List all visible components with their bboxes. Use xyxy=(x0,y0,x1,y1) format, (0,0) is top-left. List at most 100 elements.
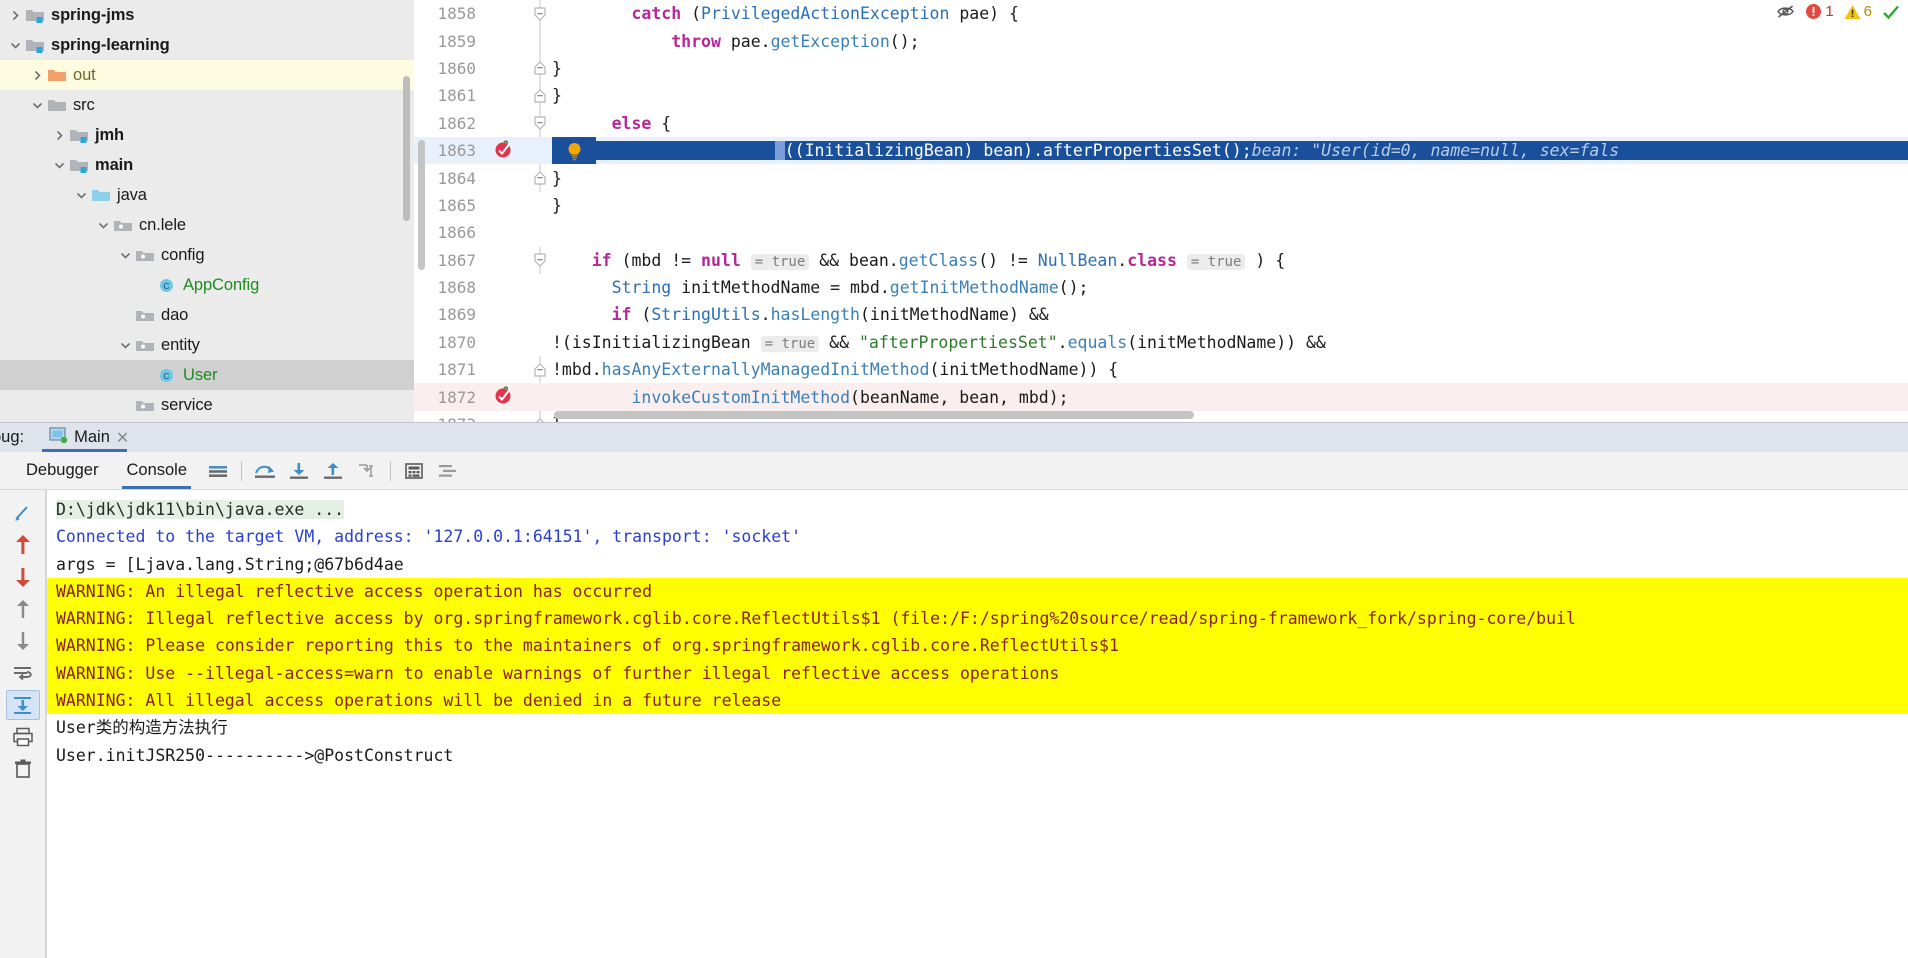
editor-line[interactable]: 1867 if (mbd != null = true && bean.getC… xyxy=(414,246,1908,274)
gutter-marker-area[interactable] xyxy=(486,356,528,383)
tree-item-cn-lele[interactable]: cn.lele xyxy=(0,210,414,240)
tree-item-entity[interactable]: entity xyxy=(0,330,414,360)
chevron-down-icon[interactable] xyxy=(116,240,134,270)
fold-gutter[interactable] xyxy=(528,82,552,110)
fold-gutter[interactable] xyxy=(528,329,552,356)
chevron-right-icon[interactable] xyxy=(6,0,24,30)
editor-line[interactable]: 1860 } xyxy=(414,54,1908,83)
editor-line[interactable]: 1859 throw pae.getException(); xyxy=(414,27,1908,55)
warning-status[interactable]: 6 xyxy=(1844,3,1872,20)
tree-item-spring-jms[interactable]: spring-jms xyxy=(0,0,414,30)
soft-down-icon[interactable] xyxy=(6,626,40,656)
gutter-marker-area[interactable] xyxy=(486,411,528,422)
chevron-right-icon[interactable] xyxy=(50,120,68,150)
gutter-marker-area[interactable] xyxy=(486,164,528,191)
fold-gutter[interactable] xyxy=(528,301,552,328)
gutter-marker-area[interactable] xyxy=(486,219,528,246)
step-into-icon[interactable] xyxy=(282,452,316,489)
code-content[interactable]: !(isInitializingBean = true && "afterPro… xyxy=(552,333,1908,352)
code-content[interactable]: } xyxy=(552,59,1908,78)
editor-line[interactable]: 1866 xyxy=(414,219,1908,246)
editor-line[interactable]: 1862 else { xyxy=(414,109,1908,137)
tree-item-out[interactable]: out xyxy=(0,60,414,90)
fold-gutter[interactable] xyxy=(528,164,552,192)
editor-line[interactable]: 1861 } xyxy=(414,82,1908,110)
gutter-marker-area[interactable] xyxy=(486,247,528,274)
code-content[interactable]: catch (PrivilegedActionException pae) { xyxy=(552,4,1908,23)
fold-gutter[interactable] xyxy=(528,383,552,410)
run-to-cursor-icon[interactable] xyxy=(350,452,384,489)
clear-all-icon[interactable] xyxy=(6,754,40,784)
editor-line[interactable]: 1870 !(isInitializingBean = true && "aft… xyxy=(414,329,1908,356)
settings-list-icon[interactable] xyxy=(431,452,465,489)
code-content[interactable]: else { xyxy=(552,114,1908,133)
chevron-down-icon[interactable] xyxy=(72,180,90,210)
code-content[interactable]: } xyxy=(552,86,1908,105)
rerun-icon[interactable] xyxy=(6,498,40,528)
tree-item-service[interactable]: service xyxy=(0,390,414,420)
chevron-down-icon[interactable] xyxy=(28,90,46,120)
console-output[interactable]: D:\jdk\jdk11\bin\java.exe ... Connected t… xyxy=(46,490,1908,958)
gutter-marker-area[interactable] xyxy=(486,0,528,27)
fold-gutter[interactable] xyxy=(528,356,552,384)
intention-bulb-icon[interactable] xyxy=(552,137,596,165)
fold-gutter[interactable] xyxy=(528,410,552,422)
chevron-down-icon[interactable] xyxy=(94,210,112,240)
code-content[interactable]: !mbd.hasAnyExternallyManagedInitMethod(i… xyxy=(552,360,1908,379)
gutter-marker-area[interactable] xyxy=(486,137,528,164)
chevron-down-icon[interactable] xyxy=(116,330,134,360)
scroll-to-end-icon[interactable] xyxy=(5,690,40,720)
up-arrow-icon[interactable] xyxy=(6,530,40,560)
code-editor[interactable]: 1858 catch (PrivilegedActionException pa… xyxy=(414,0,1908,422)
tree-item-spring-learning[interactable]: spring-learning xyxy=(0,30,414,60)
gutter-marker-area[interactable] xyxy=(486,274,528,301)
chevron-right-icon[interactable] xyxy=(28,60,46,90)
code-content[interactable]: } xyxy=(552,196,1908,215)
editor-line[interactable]: 1871 !mbd.hasAnyExternallyManagedInitMet… xyxy=(414,356,1908,384)
code-content[interactable]: if (mbd != null = true && bean.getClass(… xyxy=(552,251,1908,270)
breakpoint-checked-icon[interactable] xyxy=(494,139,514,163)
chevron-down-icon[interactable] xyxy=(50,150,68,180)
step-out-icon[interactable] xyxy=(316,452,350,489)
gutter-marker-area[interactable] xyxy=(486,383,528,410)
fold-gutter[interactable] xyxy=(528,54,552,83)
editor-line[interactable]: 1858 catch (PrivilegedActionException pa… xyxy=(414,0,1908,28)
fold-gutter[interactable] xyxy=(528,109,552,137)
code-content[interactable]: } xyxy=(552,169,1908,188)
fold-gutter[interactable] xyxy=(528,274,552,301)
fold-gutter[interactable] xyxy=(528,192,552,219)
evaluate-expression-icon[interactable] xyxy=(397,452,431,489)
fold-gutter[interactable] xyxy=(528,27,552,55)
fold-gutter[interactable] xyxy=(528,219,552,246)
soft-up-icon[interactable] xyxy=(6,594,40,624)
down-arrow-icon[interactable] xyxy=(6,562,40,592)
code-content[interactable]: ((InitializingBean) bean).afterPropertie… xyxy=(552,137,1908,165)
tree-item-main[interactable]: main xyxy=(0,150,414,180)
chevron-down-icon[interactable] xyxy=(6,30,24,60)
editor-line[interactable]: 1863 ((InitializingBean) bean).afterProp… xyxy=(414,136,1908,165)
gutter-marker-area[interactable] xyxy=(486,82,528,109)
step-over-icon[interactable] xyxy=(248,452,282,489)
tree-item-config[interactable]: config xyxy=(0,240,414,270)
gutter-marker-area[interactable] xyxy=(486,27,528,54)
soft-wrap-icon[interactable] xyxy=(201,452,235,489)
gutter-marker-area[interactable] xyxy=(486,55,528,82)
editor-line[interactable]: 1869 if (StringUtils.hasLength(initMetho… xyxy=(414,301,1908,328)
code-content[interactable]: invokeCustomInitMethod(beanName, bean, m… xyxy=(552,388,1908,407)
tree-vertical-scrollbar[interactable] xyxy=(403,76,410,221)
code-content[interactable]: throw pae.getException(); xyxy=(552,32,1908,51)
editor-line[interactable]: 1868 String initMethodName = mbd.getInit… xyxy=(414,274,1908,301)
breakpoint-checked-icon[interactable] xyxy=(494,385,514,409)
fold-gutter[interactable] xyxy=(528,0,552,28)
gutter-marker-area[interactable] xyxy=(486,110,528,137)
fold-gutter[interactable] xyxy=(528,246,552,274)
editor-horizontal-scrollbar[interactable] xyxy=(554,411,1194,419)
error-status[interactable]: 1 xyxy=(1805,3,1834,20)
tree-item-dao[interactable]: dao xyxy=(0,300,414,330)
tree-item-jmh[interactable]: jmh xyxy=(0,120,414,150)
gutter-marker-area[interactable] xyxy=(486,301,528,328)
editor-vertical-scrollbar[interactable] xyxy=(418,140,425,270)
checkmark-icon[interactable] xyxy=(1882,4,1900,20)
use-soft-wraps-icon[interactable] xyxy=(6,658,40,688)
editor-line[interactable]: 1865 } xyxy=(414,192,1908,219)
